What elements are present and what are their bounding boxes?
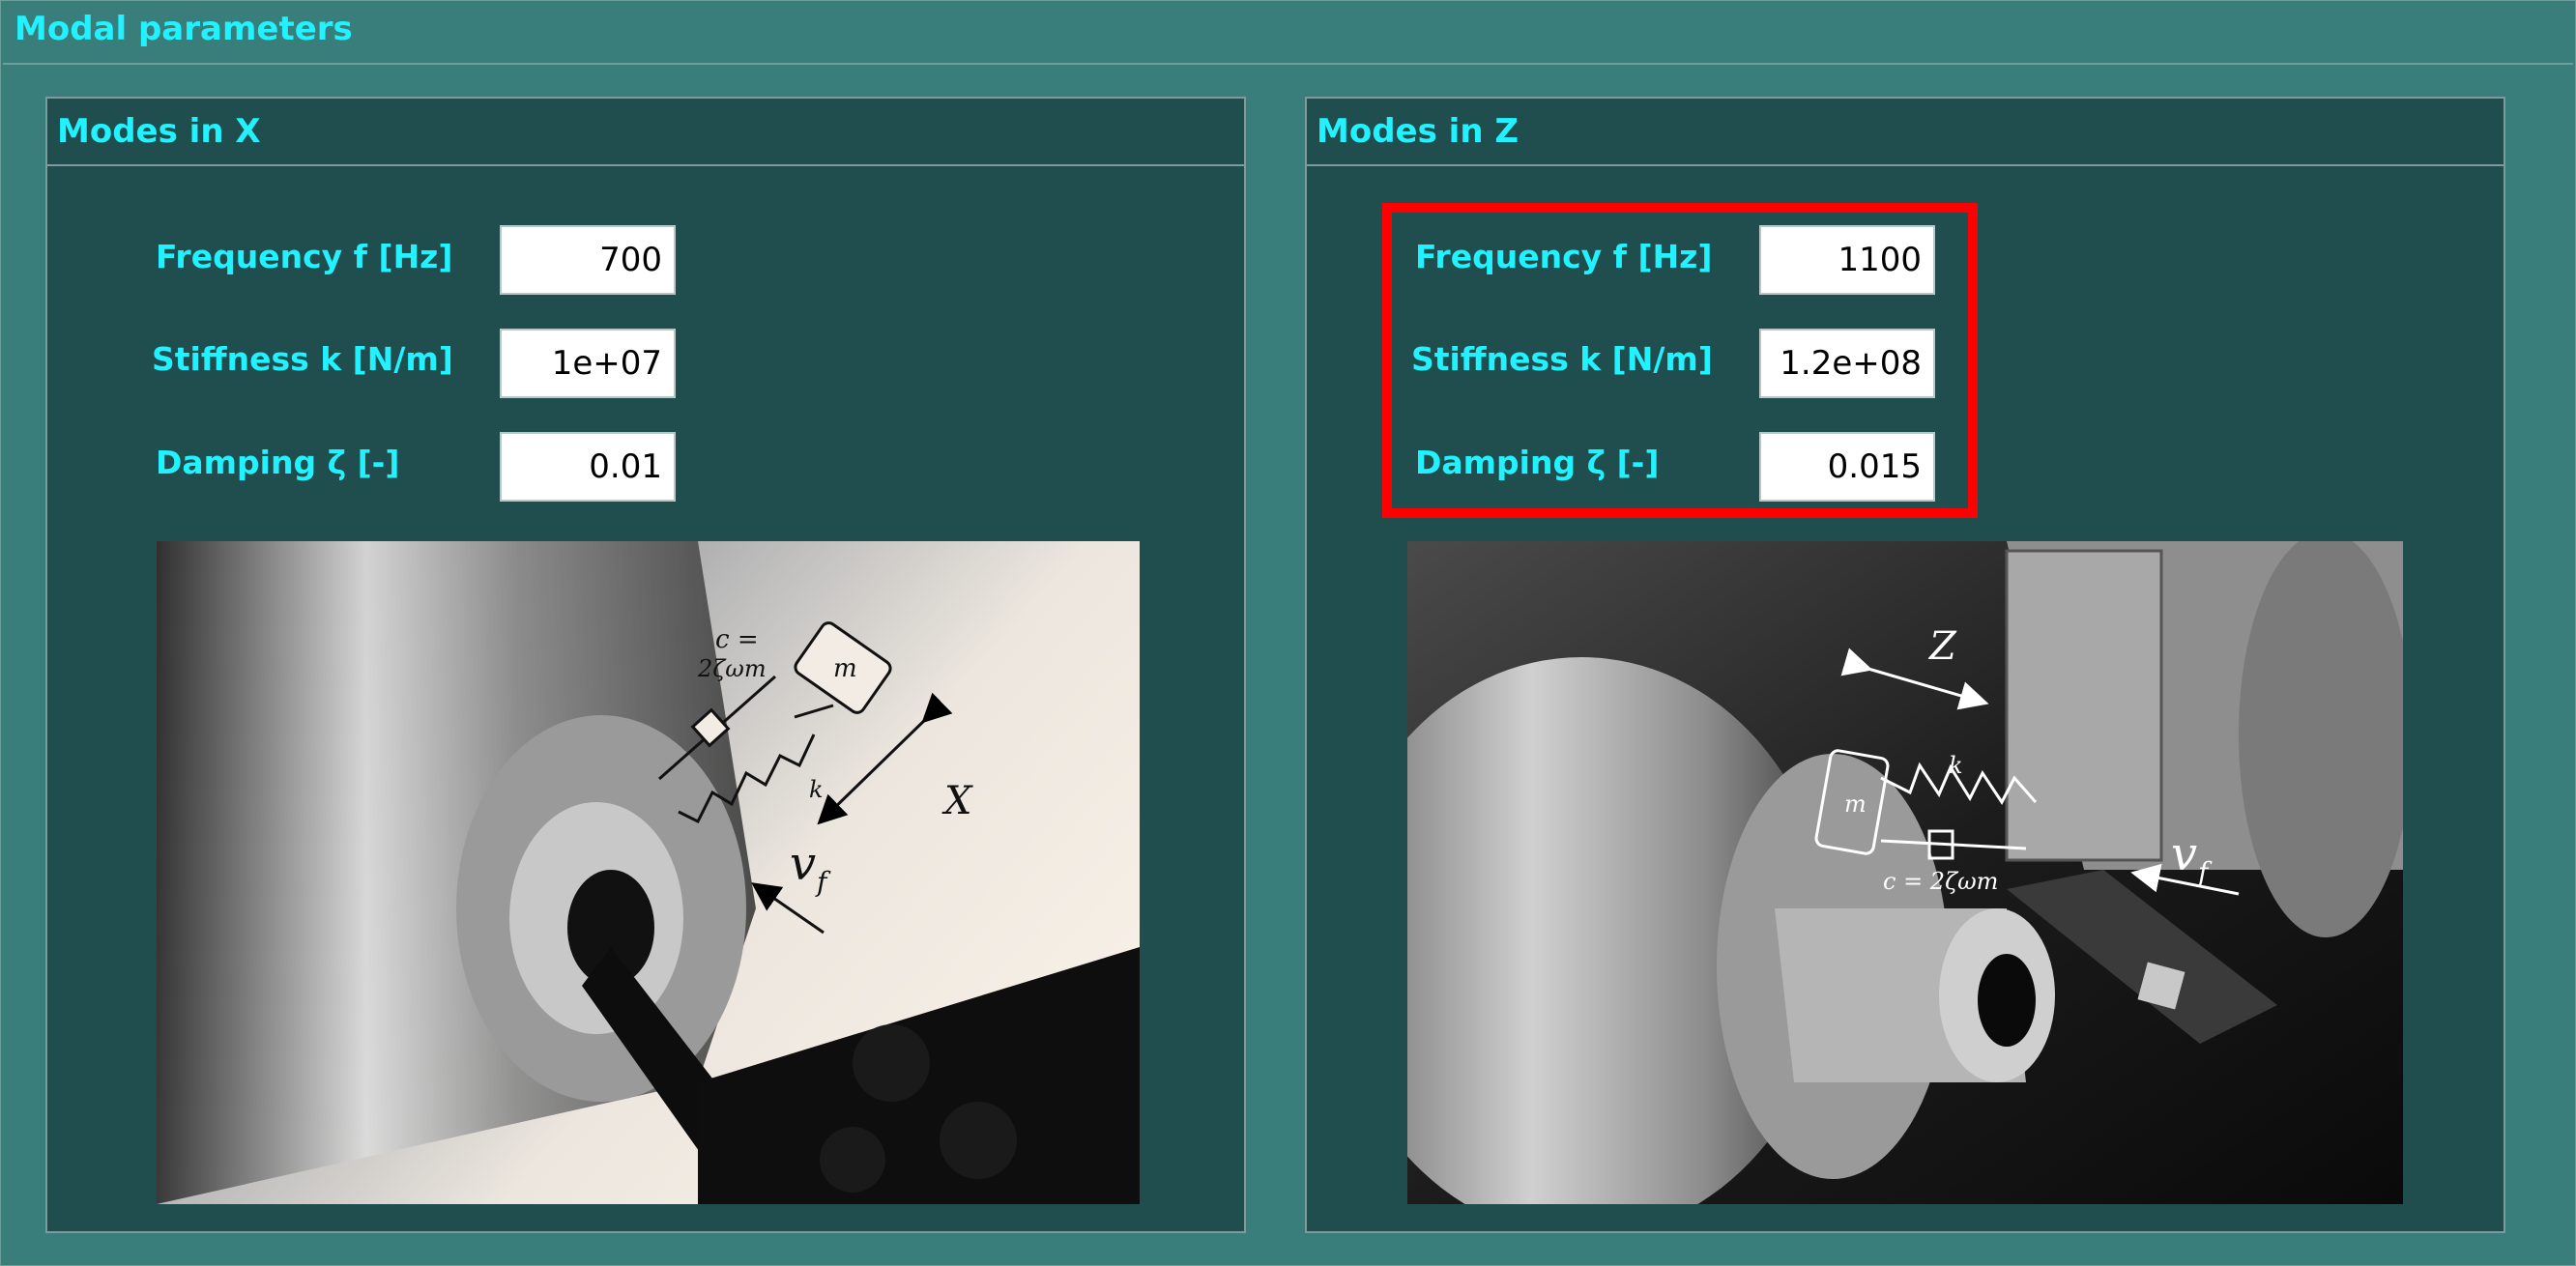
z-feed-label: v [2171, 827, 2197, 881]
z-damper-label: c = 2ζωm [1883, 868, 1998, 895]
x-damper-label-2: 2ζωm [697, 655, 767, 682]
z-stiffness-input[interactable] [1759, 329, 1935, 398]
x-damping-input[interactable] [500, 432, 676, 502]
z-damping-label: Damping ζ [-] [1415, 444, 1660, 481]
modes-x-header: Modes in X [47, 99, 1244, 166]
z-turning-photo: Z m k c = 2ζωm v f [1407, 541, 2403, 1204]
x-feed-label: v [790, 837, 816, 891]
modes-z-panel: Modes in Z Frequency f [Hz] Stiffness k … [1305, 97, 2505, 1233]
modes-z-header: Modes in Z [1307, 99, 2504, 166]
x-stiffness-label: Stiffness k [N/m] [152, 340, 453, 378]
x-damping-label: Damping ζ [-] [156, 444, 400, 481]
z-axis-label: Z [1927, 624, 1957, 669]
z-frequency-input[interactable] [1759, 225, 1935, 295]
window-title: Modal parameters [14, 10, 353, 48]
x-frequency-label: Frequency f [Hz] [156, 238, 453, 275]
z-stiffness-label: Stiffness k [N/m] [1411, 340, 1713, 378]
x-mode-diagram: c = 2ζωm m k X v f [157, 541, 1140, 1204]
x-damper-label-1: c = [715, 625, 759, 654]
x-frequency-input[interactable] [500, 225, 676, 295]
z-mode-diagram: Z m k c = 2ζωm v f [1407, 541, 2403, 1204]
z-spring-label: k [1949, 752, 1963, 779]
z-frequency-label: Frequency f [Hz] [1415, 238, 1713, 275]
z-damping-input[interactable] [1759, 432, 1935, 502]
modes-x-title: Modes in X [57, 112, 261, 151]
x-axis-label: X [941, 779, 973, 823]
x-stiffness-input[interactable] [500, 329, 676, 398]
x-mass-label: m [833, 654, 857, 683]
x-spring-label: k [809, 776, 824, 803]
modes-x-panel: Modes in X Frequency f [Hz] Stiffness k … [45, 97, 1246, 1233]
z-mass-label: m [1844, 791, 1867, 818]
x-turning-photo: c = 2ζωm m k X v f [157, 541, 1140, 1204]
title-divider [3, 63, 2573, 65]
modes-z-title: Modes in Z [1317, 112, 1520, 151]
